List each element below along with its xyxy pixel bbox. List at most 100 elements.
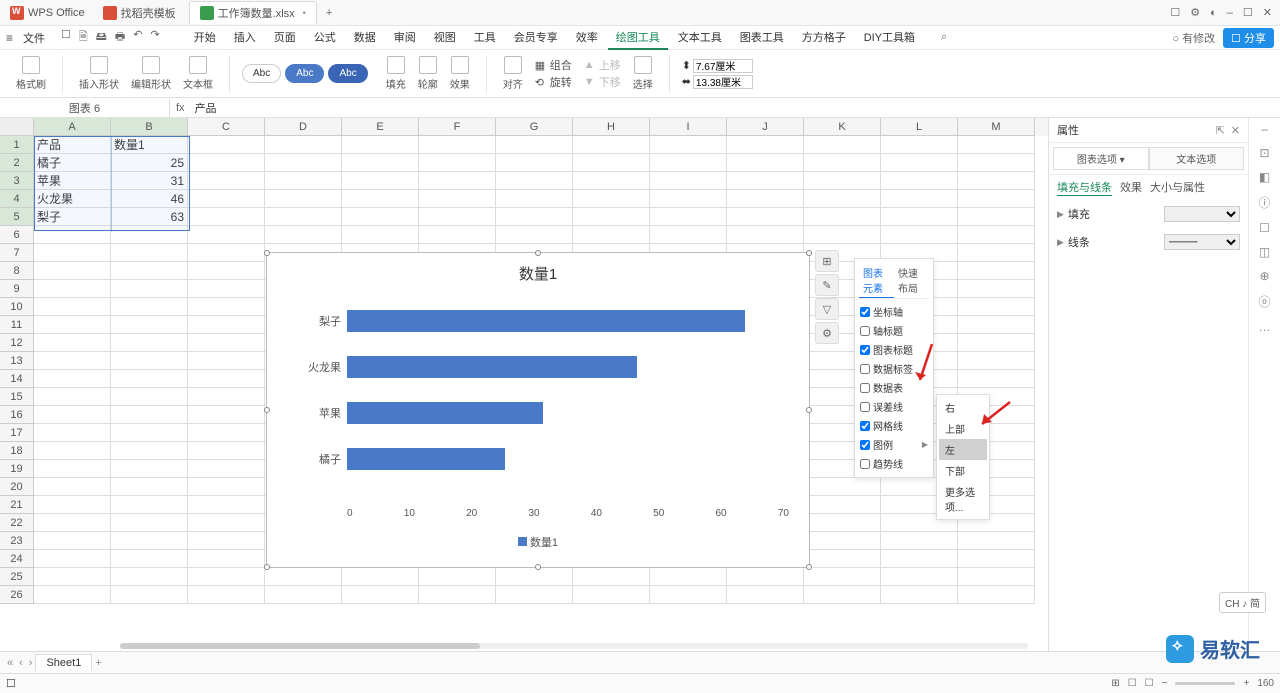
cell[interactable] — [111, 586, 188, 604]
ribbon-tab-start[interactable]: 开始 — [186, 26, 224, 50]
section-fill[interactable]: 填充 — [1068, 206, 1090, 222]
cell[interactable] — [573, 226, 650, 244]
cell[interactable] — [111, 496, 188, 514]
ribbon-tab-text[interactable]: 文本工具 — [670, 26, 730, 50]
cell[interactable] — [111, 280, 188, 298]
cell[interactable] — [188, 586, 265, 604]
insert-shape-button[interactable]: 插入形状 — [75, 54, 123, 93]
cell[interactable]: 46 — [111, 190, 188, 208]
cell[interactable] — [188, 190, 265, 208]
share-button[interactable]: ☐ 分享 — [1223, 28, 1274, 48]
row-header[interactable]: 20 — [0, 478, 34, 496]
submenu-item[interactable]: 更多选项... — [939, 481, 987, 517]
cell[interactable] — [188, 352, 265, 370]
cell[interactable] — [188, 496, 265, 514]
cell[interactable] — [111, 424, 188, 442]
checkbox[interactable] — [860, 364, 870, 374]
cell[interactable] — [573, 190, 650, 208]
cell[interactable] — [34, 334, 111, 352]
cell[interactable] — [265, 586, 342, 604]
open-icon[interactable]: 🗎 — [79, 28, 88, 47]
cell[interactable] — [34, 352, 111, 370]
cell[interactable] — [727, 586, 804, 604]
col-header[interactable]: G — [496, 118, 573, 136]
cell[interactable] — [958, 550, 1035, 568]
cell[interactable] — [188, 514, 265, 532]
cell[interactable] — [419, 208, 496, 226]
file-menu[interactable]: 文件 — [19, 28, 49, 48]
cell[interactable] — [496, 208, 573, 226]
close-panel-icon[interactable]: ✕ — [1231, 124, 1240, 137]
cell[interactable]: 橘子 — [34, 154, 111, 172]
resize-handle[interactable] — [264, 564, 270, 570]
cell[interactable] — [958, 298, 1035, 316]
textbox-button[interactable]: 文本框 — [179, 54, 217, 93]
col-header[interactable]: C — [188, 118, 265, 136]
cell[interactable] — [188, 172, 265, 190]
col-header[interactable]: H — [573, 118, 650, 136]
cell[interactable] — [111, 388, 188, 406]
cell[interactable] — [958, 262, 1035, 280]
section-line[interactable]: 线条 — [1068, 234, 1090, 250]
cell[interactable] — [188, 478, 265, 496]
rail-icon[interactable]: ⊡ — [1259, 146, 1269, 160]
ribbon-tab-review[interactable]: 审阅 — [386, 26, 424, 50]
cell[interactable] — [650, 154, 727, 172]
cell[interactable] — [881, 136, 958, 154]
cell[interactable] — [804, 586, 881, 604]
ribbon-tab-diy[interactable]: DIY工具箱 — [856, 26, 923, 50]
format-painter-button[interactable]: 格式刷 — [12, 54, 50, 93]
sheet-add[interactable]: + — [92, 657, 104, 669]
cell[interactable] — [188, 424, 265, 442]
popup-tab-elements[interactable]: 图表元素 — [859, 263, 894, 298]
cell[interactable] — [188, 388, 265, 406]
cell[interactable] — [111, 550, 188, 568]
cell[interactable] — [34, 460, 111, 478]
cell[interactable] — [111, 370, 188, 388]
fx-label[interactable]: fx — [170, 102, 191, 114]
cell[interactable]: 梨子 — [34, 208, 111, 226]
cell[interactable] — [958, 532, 1035, 550]
col-header[interactable]: F — [419, 118, 496, 136]
cell[interactable] — [342, 586, 419, 604]
cell[interactable] — [958, 190, 1035, 208]
submenu-item[interactable]: 上部 — [939, 418, 987, 439]
ribbon-tab-insert[interactable]: 插入 — [226, 26, 264, 50]
row-header[interactable]: 11 — [0, 316, 34, 334]
cell[interactable] — [188, 208, 265, 226]
checkbox[interactable] — [860, 383, 870, 393]
cell[interactable] — [265, 190, 342, 208]
ribbon-tab-tools[interactable]: 工具 — [466, 26, 504, 50]
row-header[interactable]: 16 — [0, 406, 34, 424]
chart-settings-button[interactable]: ⚙ — [815, 322, 839, 344]
cell[interactable] — [111, 568, 188, 586]
ribbon-tab-data[interactable]: 数据 — [346, 26, 384, 50]
cell[interactable] — [804, 568, 881, 586]
cell[interactable] — [111, 460, 188, 478]
zoom-slider[interactable] — [1175, 682, 1235, 685]
rotate-button[interactable]: ⟲旋转 — [531, 74, 576, 90]
row-header[interactable]: 8 — [0, 262, 34, 280]
height-input[interactable] — [693, 59, 753, 73]
cell[interactable] — [188, 460, 265, 478]
select-button[interactable]: 选择 — [629, 54, 657, 93]
cell[interactable] — [727, 154, 804, 172]
submenu-item[interactable]: 下部 — [939, 460, 987, 481]
cell[interactable] — [342, 568, 419, 586]
cell[interactable] — [34, 370, 111, 388]
cell[interactable] — [573, 586, 650, 604]
checkbox[interactable] — [860, 307, 870, 317]
resize-handle[interactable] — [264, 250, 270, 256]
checkbox[interactable] — [860, 459, 870, 469]
cell[interactable] — [265, 136, 342, 154]
cell[interactable] — [34, 280, 111, 298]
chart-filter-button[interactable]: ▽ — [815, 298, 839, 320]
cell[interactable] — [881, 172, 958, 190]
cell[interactable] — [727, 208, 804, 226]
chart-style-button[interactable]: ✎ — [815, 274, 839, 296]
cell[interactable] — [342, 136, 419, 154]
cell[interactable] — [958, 370, 1035, 388]
bar[interactable] — [347, 402, 543, 424]
checkbox[interactable] — [860, 440, 870, 450]
cell[interactable] — [188, 406, 265, 424]
